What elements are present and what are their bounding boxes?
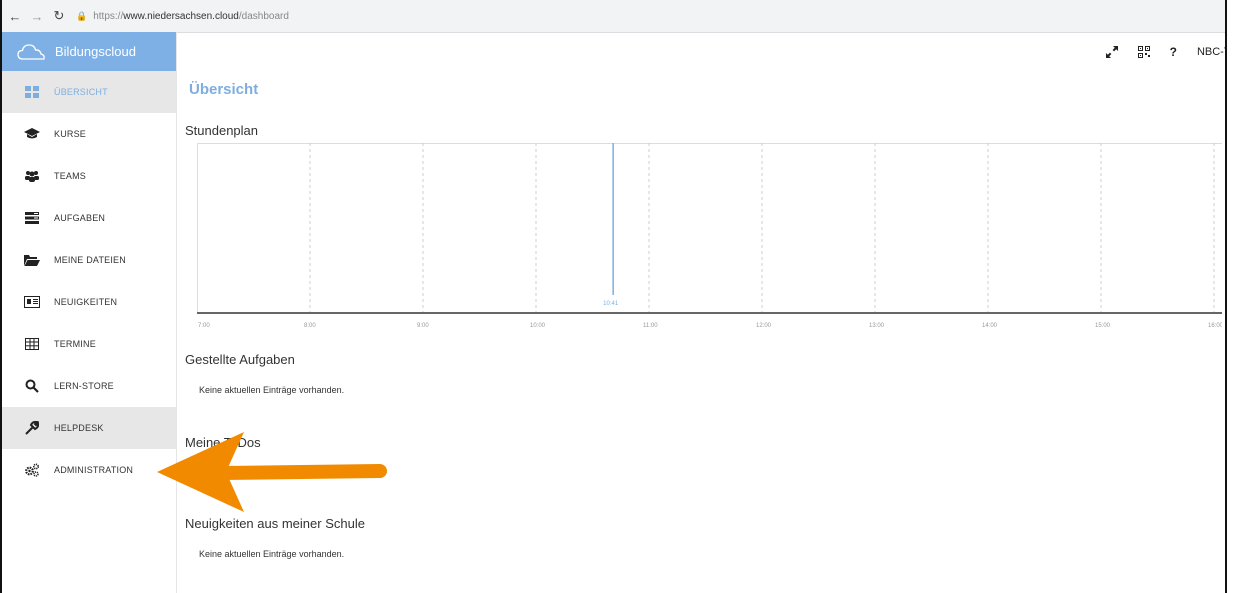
sidebar-item-label: AUFGABEN xyxy=(54,213,106,223)
news-empty-text: Keine aktuellen Einträge vorhanden. xyxy=(199,549,345,559)
sidebar-item-uebersicht[interactable]: ÜBERSICHT xyxy=(2,71,176,113)
calendar-icon xyxy=(24,336,40,352)
gears-icon xyxy=(24,462,40,478)
top-bar: ? NBC-Testsc xyxy=(177,32,1225,71)
user-menu[interactable]: NBC-Testsc xyxy=(1197,46,1225,58)
back-icon[interactable]: ← xyxy=(6,7,24,25)
forward-icon[interactable]: → xyxy=(28,7,46,25)
search-icon xyxy=(24,378,40,394)
sidebar-item-label: KURSE xyxy=(54,129,87,139)
current-time-label: 10:41 xyxy=(603,301,619,307)
folder-icon xyxy=(24,252,40,268)
timeline-tick-label: 14:00 xyxy=(982,323,998,329)
annotation-arrow xyxy=(157,432,387,512)
wrench-icon xyxy=(24,420,40,436)
tasks-empty-text: Keine aktuellen Einträge vorhanden. xyxy=(199,385,345,395)
brand-name: Bildungscloud xyxy=(55,44,136,59)
qr-code-icon[interactable] xyxy=(1137,45,1150,58)
app-window: ← → ↻ 🔒 https://www.niedersachsen.cloud /… xyxy=(0,0,1227,593)
sidebar-item-label: TEAMS xyxy=(54,171,87,181)
tasks-title: Gestellte Aufgaben xyxy=(185,352,295,367)
annotation-arrow-shaft xyxy=(215,464,387,480)
sidebar-item-teams[interactable]: TEAMS xyxy=(2,155,176,197)
timeline-tick-label: 7:00 xyxy=(198,323,210,329)
fullscreen-icon[interactable] xyxy=(1105,45,1118,58)
sidebar-item-label: TERMINE xyxy=(54,339,96,349)
timeline-tick-label: 9:00 xyxy=(417,323,429,329)
help-icon[interactable]: ? xyxy=(1170,45,1177,59)
sidebar-item-meine-dateien[interactable]: MEINE DATEIEN xyxy=(2,239,176,281)
timeline-tick-label: 12:00 xyxy=(756,323,772,329)
tasks-icon xyxy=(24,210,40,226)
schedule-title: Stundenplan xyxy=(185,123,259,138)
sidebar-item-aufgaben[interactable]: AUFGABEN xyxy=(2,197,176,239)
timeline-tick-label: 11:00 xyxy=(643,323,658,329)
page-title: Übersicht xyxy=(189,81,259,98)
dashboard-icon xyxy=(24,84,40,100)
timeline-tick-label: 16:00 xyxy=(1208,323,1222,329)
sidebar-item-label: HELPDESK xyxy=(54,423,104,433)
sidebar-item-termine[interactable]: TERMINE xyxy=(2,323,176,365)
users-icon xyxy=(24,168,40,184)
timeline-tick-label: 15:00 xyxy=(1095,323,1111,329)
sidebar: Bildungscloud ÜBERSICHT KURSE TEAMS AUFG… xyxy=(2,32,177,593)
cloud-logo-icon xyxy=(17,43,45,60)
browser-address-bar: ← → ↻ 🔒 https://www.niedersachsen.cloud /… xyxy=(2,0,1225,33)
timeline-tick-label: 8:00 xyxy=(304,323,316,329)
graduation-cap-icon xyxy=(24,126,40,142)
reload-icon[interactable]: ↻ xyxy=(50,7,68,25)
sidebar-item-label: NEUIGKEITEN xyxy=(54,297,118,307)
brand-header[interactable]: Bildungscloud xyxy=(2,32,176,71)
schedule-timeline: 7:00 8:00 9:00 10:00 11:00 12:00 13:00 14:00 15:… xyxy=(197,143,1222,329)
newspaper-icon xyxy=(24,294,40,310)
url-field[interactable]: 🔒 https://www.niedersachsen.cloud/dashbo… xyxy=(76,11,289,22)
sidebar-item-label: ÜBERSICHT xyxy=(54,87,108,97)
sidebar-item-label: LERN-STORE xyxy=(54,381,114,391)
lock-icon: 🔒 xyxy=(76,10,88,21)
timeline-tick-label: 10:00 xyxy=(530,323,546,329)
sidebar-item-lern-store[interactable]: LERN-STORE xyxy=(2,365,176,407)
sidebar-item-label: MEINE DATEIEN xyxy=(54,255,126,265)
sidebar-item-kurse[interactable]: KURSE xyxy=(2,113,176,155)
sidebar-item-label: ADMINISTRATION xyxy=(54,465,134,475)
sidebar-item-helpdesk[interactable]: HELPDESK xyxy=(2,407,176,449)
timeline-tick-label: 13:00 xyxy=(869,323,885,329)
sidebar-item-neuigkeiten[interactable]: NEUIGKEITEN xyxy=(2,281,176,323)
sidebar-item-administration[interactable]: ADMINISTRATION xyxy=(2,449,176,491)
